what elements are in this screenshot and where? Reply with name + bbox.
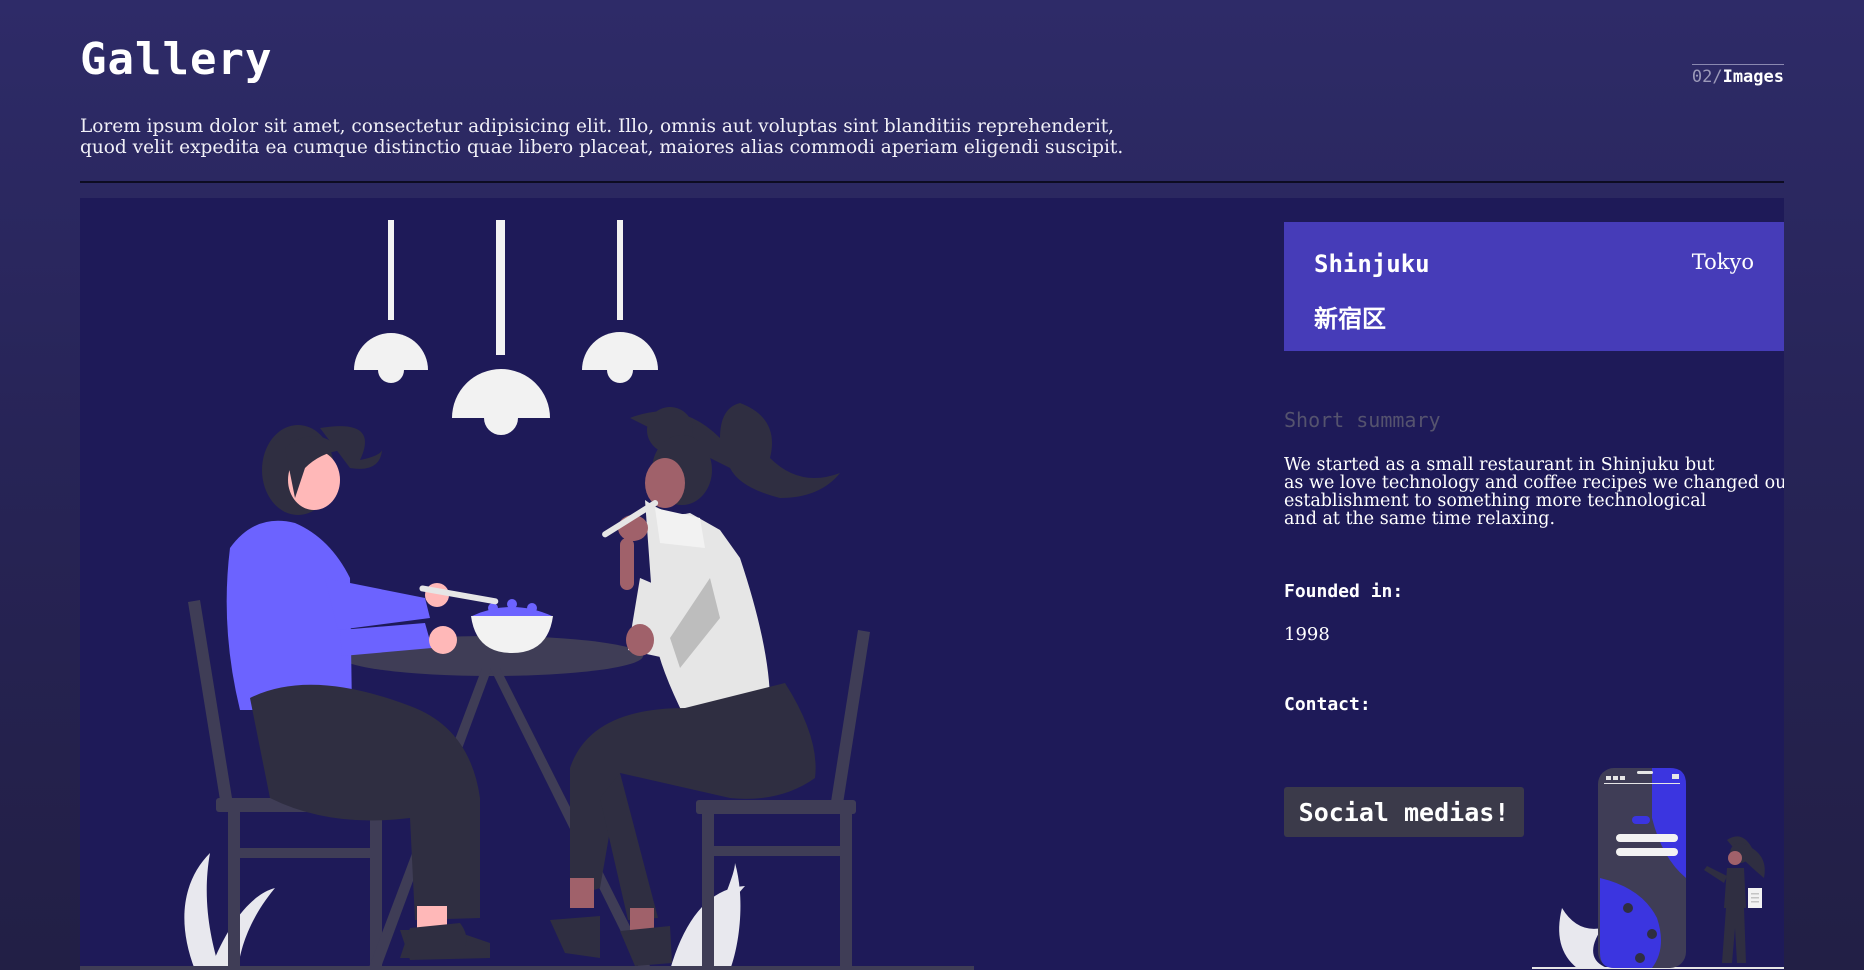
summary-text: We started as a small restaurant in Shin…	[1284, 456, 1784, 528]
location-card: Shinjuku 新宿区 Tokyo	[1284, 222, 1784, 351]
summary-line: and at the same time relaxing.	[1284, 509, 1556, 529]
counter-label: Images	[1722, 67, 1784, 87]
person-icon	[226, 425, 499, 960]
founded-label: Founded in:	[1284, 581, 1404, 602]
summary-line: establishment to something more technolo…	[1284, 491, 1707, 511]
person-icon	[550, 403, 840, 966]
lamp-icon	[452, 220, 550, 435]
header-divider	[80, 181, 1784, 183]
counter-number: 02	[1691, 67, 1713, 87]
floor-line	[80, 966, 974, 970]
summary-line: We started as a small restaurant in Shin…	[1284, 455, 1715, 475]
intro-text: Lorem ipsum dolor sit amet, consectetur …	[80, 116, 1180, 158]
dining-couple-illustration	[184, 220, 870, 970]
intro-line-2: quod velit expedita ea cumque distinctio…	[80, 137, 1124, 158]
summary-line: as we love technology and coffee recipes…	[1284, 473, 1784, 493]
phone-person-illustration	[1532, 768, 1784, 969]
lamp-icon	[582, 220, 658, 383]
location-name: Shinjuku	[1314, 250, 1430, 278]
contact-label: Contact:	[1284, 694, 1371, 715]
summary-title: Short summary	[1284, 408, 1441, 432]
location-city: Tokyo	[1691, 250, 1754, 274]
counter-separator: /	[1712, 67, 1723, 87]
page-title: Gallery	[80, 34, 273, 85]
gallery-panel: Shinjuku 新宿区 Tokyo Short summary We star…	[80, 198, 1784, 970]
intro-line-1: Lorem ipsum dolor sit amet, consectetur …	[80, 116, 1115, 137]
lamp-icon	[354, 220, 428, 383]
gallery-counter: 02/Images	[1691, 64, 1784, 87]
founded-value: 1998	[1284, 624, 1330, 645]
social-medias-button[interactable]: Social medias!	[1284, 787, 1524, 837]
location-kanji: 新宿区	[1314, 305, 1386, 333]
